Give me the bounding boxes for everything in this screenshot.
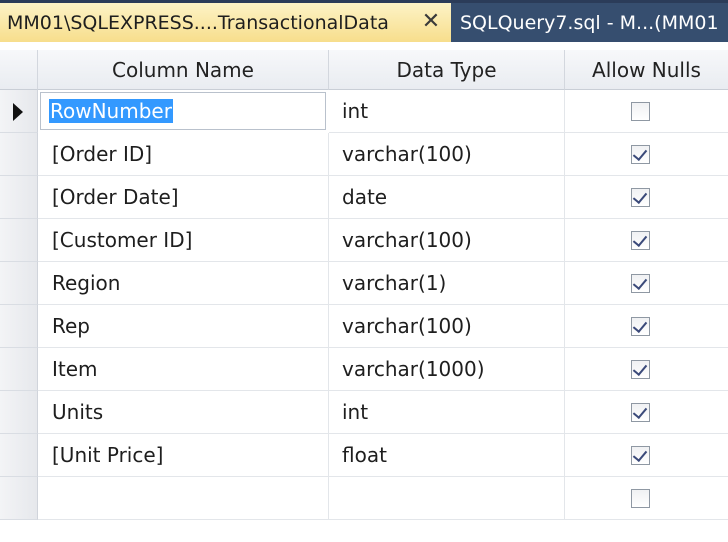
data-type-cell[interactable]: int xyxy=(329,391,565,434)
row-selector[interactable] xyxy=(0,176,38,219)
data-type-cell[interactable]: date xyxy=(329,176,565,219)
data-type-cell[interactable]: varchar(100) xyxy=(329,133,565,176)
allow-nulls-cell xyxy=(565,348,728,391)
tab-table-designer[interactable]: MM01\SQLEXPRESS....TransactionalData ✕ xyxy=(0,3,451,42)
row-selector[interactable] xyxy=(0,348,38,391)
document-tab-strip: MM01\SQLEXPRESS....TransactionalData ✕ S… xyxy=(0,0,728,42)
data-type-text: varchar(1) xyxy=(342,271,447,295)
table-row[interactable]: [Order Date] date xyxy=(0,176,728,219)
data-type-cell[interactable] xyxy=(329,477,565,520)
allow-nulls-cell xyxy=(565,434,728,477)
allow-nulls-checkbox[interactable] xyxy=(631,230,650,250)
allow-nulls-checkbox[interactable] xyxy=(631,359,650,379)
data-type-cell[interactable]: varchar(1) xyxy=(329,262,565,305)
column-name-text: [Unit Price] xyxy=(52,443,164,467)
data-type-cell[interactable]: float xyxy=(329,434,565,477)
column-name-cell[interactable]: [Customer ID] xyxy=(38,219,329,262)
allow-nulls-checkbox[interactable] xyxy=(631,445,650,465)
allow-nulls-checkbox[interactable] xyxy=(631,144,650,164)
row-selector[interactable] xyxy=(0,477,38,520)
allow-nulls-checkbox[interactable] xyxy=(631,101,650,121)
close-icon[interactable]: ✕ xyxy=(420,10,442,34)
column-name-header: Column Name xyxy=(38,50,329,90)
row-selector[interactable] xyxy=(0,133,38,176)
allow-nulls-cell xyxy=(565,477,728,520)
data-type-text: varchar(1000) xyxy=(342,357,485,381)
allow-nulls-checkbox[interactable] xyxy=(631,402,650,422)
column-name-text: [Customer ID] xyxy=(52,228,193,252)
data-type-text: varchar(100) xyxy=(342,228,472,252)
allow-nulls-cell xyxy=(565,262,728,305)
data-type-cell[interactable]: varchar(100) xyxy=(329,219,565,262)
column-name-text: [Order ID] xyxy=(52,142,153,166)
allow-nulls-cell xyxy=(565,133,728,176)
table-row[interactable]: [Unit Price] float xyxy=(0,434,728,477)
allow-nulls-cell xyxy=(565,176,728,219)
column-name-cell[interactable]: [Unit Price] xyxy=(38,434,329,477)
column-name-text: Region xyxy=(52,271,121,295)
allow-nulls-checkbox[interactable] xyxy=(631,187,650,207)
allow-nulls-header: Allow Nulls xyxy=(565,50,728,90)
column-name-cell[interactable]: [Order Date] xyxy=(38,176,329,219)
table-row[interactable]: Item varchar(1000) xyxy=(0,348,728,391)
data-type-text: int xyxy=(342,400,369,424)
allow-nulls-checkbox[interactable] xyxy=(631,273,650,293)
column-name-cell[interactable] xyxy=(38,477,329,520)
data-type-text: varchar(100) xyxy=(342,142,472,166)
allow-nulls-cell xyxy=(565,219,728,262)
data-type-text: float xyxy=(342,443,387,467)
table-row[interactable]: RowNumber int xyxy=(0,90,728,133)
tab-sql-query[interactable]: SQLQuery7.sql - M...(MM01 xyxy=(451,3,728,42)
column-name-text: [Order Date] xyxy=(52,185,179,209)
column-name-text: Units xyxy=(52,400,104,424)
tab-label: SQLQuery7.sql - M...(MM01 xyxy=(460,11,719,34)
table-row[interactable] xyxy=(0,477,728,520)
data-type-text: date xyxy=(342,185,388,209)
column-name-cell[interactable]: Units xyxy=(38,391,329,434)
column-name-cell[interactable]: Item xyxy=(38,348,329,391)
data-type-text: int xyxy=(342,99,369,123)
allow-nulls-checkbox[interactable] xyxy=(631,488,650,508)
column-name-text: Rep xyxy=(52,314,90,338)
column-name-text: Item xyxy=(52,357,98,381)
row-selector[interactable] xyxy=(0,305,38,348)
data-type-text: varchar(100) xyxy=(342,314,472,338)
row-selector[interactable] xyxy=(0,262,38,305)
table-row[interactable]: [Order ID] varchar(100) xyxy=(0,133,728,176)
row-selector[interactable] xyxy=(0,90,38,133)
row-selector[interactable] xyxy=(0,391,38,434)
table-row[interactable]: Units int xyxy=(0,391,728,434)
row-selector[interactable] xyxy=(0,434,38,477)
data-type-cell[interactable]: varchar(1000) xyxy=(329,348,565,391)
current-row-arrow-icon xyxy=(13,103,23,121)
allow-nulls-cell xyxy=(565,90,728,133)
column-name-cell[interactable]: Rep xyxy=(38,305,329,348)
column-name-cell[interactable]: Region xyxy=(38,262,329,305)
allow-nulls-cell xyxy=(565,305,728,348)
row-selector-header xyxy=(0,50,38,90)
tab-label: MM01\SQLEXPRESS....TransactionalData xyxy=(7,11,389,34)
table-row[interactable]: Region varchar(1) xyxy=(0,262,728,305)
allow-nulls-checkbox[interactable] xyxy=(631,316,650,336)
data-type-cell[interactable]: varchar(100) xyxy=(329,305,565,348)
data-type-cell[interactable]: int xyxy=(329,90,565,133)
column-name-cell[interactable]: [Order ID] xyxy=(38,133,329,176)
row-selector[interactable] xyxy=(0,219,38,262)
column-name-text: RowNumber xyxy=(49,99,173,123)
column-name-input[interactable]: RowNumber xyxy=(40,92,326,130)
table-row[interactable]: Rep varchar(100) xyxy=(0,305,728,348)
table-row[interactable]: [Customer ID] varchar(100) xyxy=(0,219,728,262)
table-designer-grid: Column Name Data Type Allow Nulls RowNum… xyxy=(0,42,728,542)
data-type-header: Data Type xyxy=(329,50,565,90)
allow-nulls-cell xyxy=(565,391,728,434)
